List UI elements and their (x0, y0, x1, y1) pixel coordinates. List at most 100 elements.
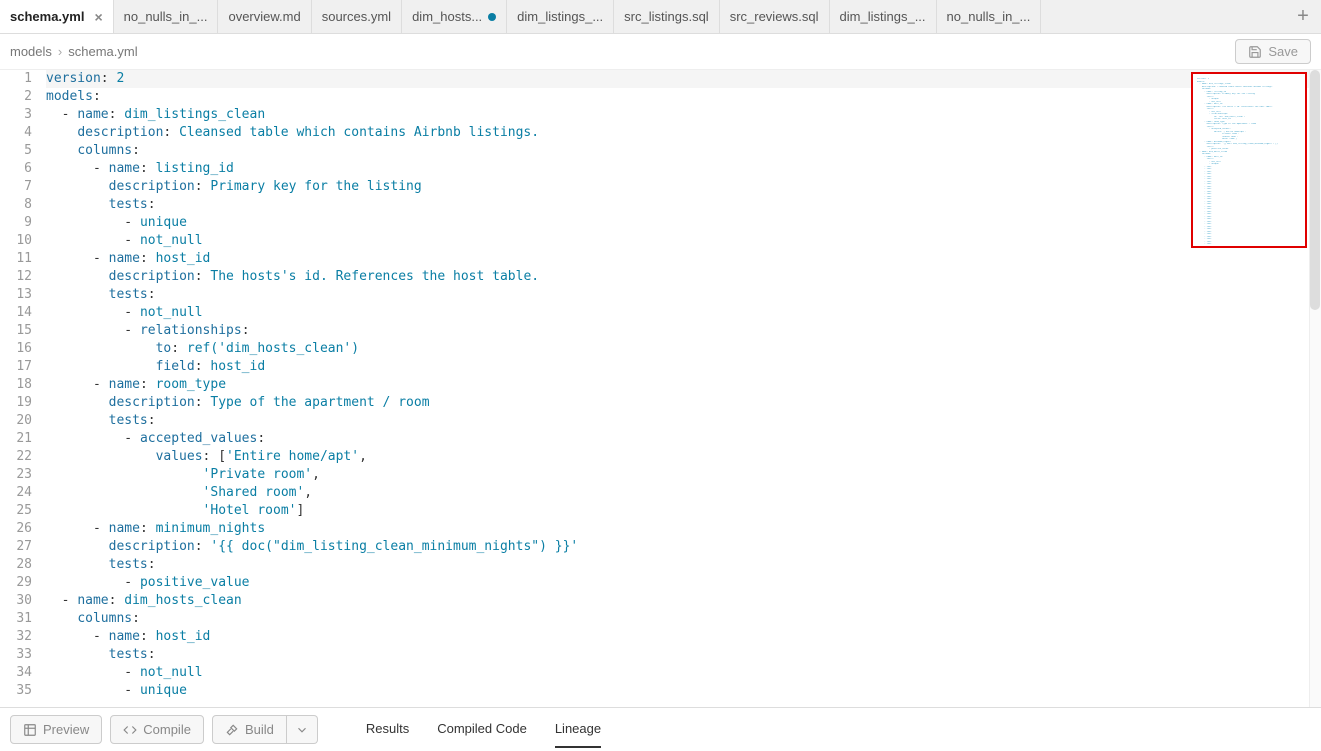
vertical-scrollbar[interactable] (1309, 70, 1321, 707)
line-number: 11 (6, 250, 32, 268)
code-line[interactable]: tests: (46, 196, 1321, 214)
result-tab[interactable]: Lineage (555, 711, 601, 748)
code-line[interactable]: values: ['Entire home/apt', (46, 448, 1321, 466)
code-line[interactable]: - name: listing_id (46, 160, 1321, 178)
save-icon (1248, 45, 1262, 59)
line-number: 15 (6, 322, 32, 340)
code-icon (123, 723, 137, 737)
code-line[interactable]: - name: host_id (46, 250, 1321, 268)
line-number: 13 (6, 286, 32, 304)
tab[interactable]: sources.yml (312, 0, 402, 33)
line-number: 19 (6, 394, 32, 412)
modified-dot-icon (488, 13, 496, 21)
code-line[interactable]: - relationships: (46, 322, 1321, 340)
line-number: 1 (6, 70, 32, 88)
preview-button[interactable]: Preview (10, 715, 102, 744)
code-line[interactable]: - not_null (46, 232, 1321, 250)
line-number: 22 (6, 448, 32, 466)
compile-button[interactable]: Compile (110, 715, 204, 744)
line-number: 27 (6, 538, 32, 556)
code-line[interactable]: description: The hosts's id. References … (46, 268, 1321, 286)
code-line[interactable]: - name: room_type (46, 376, 1321, 394)
tab[interactable]: schema.yml× (0, 0, 114, 33)
code-line[interactable]: - accepted_values: (46, 430, 1321, 448)
chevron-down-icon (295, 723, 309, 737)
line-number: 4 (6, 124, 32, 142)
build-button-group: Build (212, 715, 318, 744)
breadcrumb-item[interactable]: schema.yml (68, 44, 137, 59)
code-line[interactable]: - unique (46, 214, 1321, 232)
code-line[interactable]: - not_null (46, 664, 1321, 682)
tab-label: no_nulls_in_... (124, 9, 208, 24)
code-line[interactable]: columns: (46, 610, 1321, 628)
build-dropdown-button[interactable] (287, 715, 318, 744)
line-number: 20 (6, 412, 32, 430)
code-line[interactable]: - name: minimum_nights (46, 520, 1321, 538)
line-number: 17 (6, 358, 32, 376)
code-line[interactable]: - name: host_id (46, 628, 1321, 646)
scrollbar-thumb[interactable] (1310, 70, 1320, 310)
tab[interactable]: dim_listings_... (507, 0, 614, 33)
tab[interactable]: dim_listings_... (830, 0, 937, 33)
line-number: 18 (6, 376, 32, 394)
close-icon[interactable]: × (94, 9, 102, 25)
line-number: 32 (6, 628, 32, 646)
code-line[interactable]: tests: (46, 556, 1321, 574)
minimap[interactable]: version: 2models: - name: dim_listings_c… (1191, 72, 1307, 248)
code-line[interactable]: 'Shared room', (46, 484, 1321, 502)
compile-button-label: Compile (143, 722, 191, 737)
tab[interactable]: dim_hosts... (402, 0, 507, 33)
new-tab-button[interactable]: + (1285, 0, 1321, 33)
code-line[interactable]: description: Cleansed table which contai… (46, 124, 1321, 142)
result-tab[interactable]: Results (366, 711, 409, 748)
code-line[interactable]: 'Private room', (46, 466, 1321, 484)
breadcrumb-bar: models › schema.yml Save (0, 34, 1321, 70)
line-number: 33 (6, 646, 32, 664)
line-number: 25 (6, 502, 32, 520)
line-number: 29 (6, 574, 32, 592)
line-number: 26 (6, 520, 32, 538)
code-line[interactable]: field: host_id (46, 358, 1321, 376)
code-line[interactable]: - unique (46, 682, 1321, 700)
build-button[interactable]: Build (212, 715, 287, 744)
line-number: 31 (6, 610, 32, 628)
code-line[interactable]: - name: dim_listings_clean (46, 106, 1321, 124)
code-line[interactable]: tests: (46, 412, 1321, 430)
tab-label: src_reviews.sql (730, 9, 819, 24)
line-number: 9 (6, 214, 32, 232)
line-number: 12 (6, 268, 32, 286)
code-line[interactable]: version: 2 (46, 70, 1321, 88)
editor[interactable]: 1234567891011121314151617181920212223242… (0, 70, 1321, 707)
breadcrumb-item[interactable]: models (10, 44, 52, 59)
code-line[interactable]: - name: dim_hosts_clean (46, 592, 1321, 610)
code-line[interactable]: 'Hotel room'] (46, 502, 1321, 520)
tab[interactable]: src_reviews.sql (720, 0, 830, 33)
tab[interactable]: src_listings.sql (614, 0, 720, 33)
code-line[interactable]: tests: (46, 646, 1321, 664)
tab[interactable]: no_nulls_in_... (937, 0, 1042, 33)
bottom-toolbar: Preview Compile Build Results Compiled Co… (0, 707, 1321, 751)
code-line[interactable]: models: (46, 88, 1321, 106)
tab-label: dim_listings_... (517, 9, 603, 24)
code-line[interactable]: - positive_value (46, 574, 1321, 592)
preview-button-label: Preview (43, 722, 89, 737)
result-tab[interactable]: Compiled Code (437, 711, 527, 748)
code-area[interactable]: version: 2models: - name: dim_listings_c… (46, 70, 1321, 707)
tab-label: overview.md (228, 9, 300, 24)
line-number: 24 (6, 484, 32, 502)
save-button[interactable]: Save (1235, 39, 1311, 64)
line-number-gutter: 1234567891011121314151617181920212223242… (0, 70, 46, 707)
code-line[interactable]: description: '{{ doc("dim_listing_clean_… (46, 538, 1321, 556)
line-number: 28 (6, 556, 32, 574)
code-line[interactable]: description: Primary key for the listing (46, 178, 1321, 196)
code-line[interactable]: - not_null (46, 304, 1321, 322)
code-line[interactable]: tests: (46, 286, 1321, 304)
line-number: 35 (6, 682, 32, 700)
result-tabs: Results Compiled Code Lineage (366, 711, 601, 748)
tab[interactable]: no_nulls_in_... (114, 0, 219, 33)
line-number: 16 (6, 340, 32, 358)
tab[interactable]: overview.md (218, 0, 311, 33)
code-line[interactable]: to: ref('dim_hosts_clean') (46, 340, 1321, 358)
code-line[interactable]: description: Type of the apartment / roo… (46, 394, 1321, 412)
code-line[interactable]: columns: (46, 142, 1321, 160)
